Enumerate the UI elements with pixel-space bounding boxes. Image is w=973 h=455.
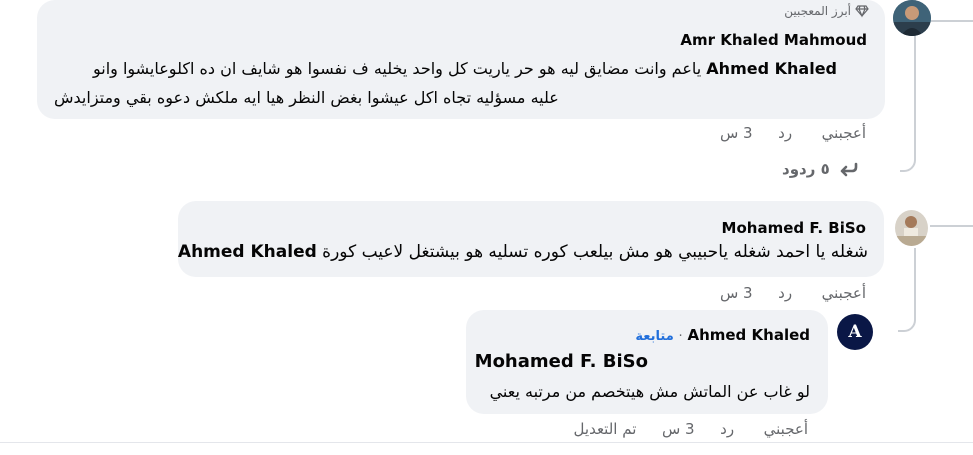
badge-label: أبرز المعجبين bbox=[784, 4, 851, 18]
view-replies-button[interactable]: ٥ ردود bbox=[782, 160, 858, 178]
reply-mention[interactable]: Mohamed F. BiSo bbox=[475, 351, 648, 372]
timestamp[interactable]: 3 س bbox=[720, 284, 753, 302]
comment-mention[interactable]: Ahmed Khaled bbox=[178, 242, 317, 262]
comment-author[interactable]: Mohamed F. BiSo bbox=[722, 219, 866, 237]
top-fan-badge[interactable]: أبرز المعجبين bbox=[784, 4, 869, 18]
comment-author[interactable]: Ahmed Khaled bbox=[687, 326, 810, 344]
bottom-divider bbox=[0, 442, 973, 443]
reply-text: لو غاب عن الماتش مش هيتخصم من مرتبه يعني bbox=[489, 382, 810, 401]
timestamp[interactable]: 3 س bbox=[720, 124, 753, 142]
view-replies-label: ٥ ردود bbox=[782, 160, 830, 178]
reply-arrow-icon bbox=[836, 160, 858, 178]
avatar-ahmed[interactable]: A bbox=[837, 314, 873, 350]
comment-actions: أعجبني رد 3 س bbox=[720, 284, 866, 302]
avatar-amr[interactable] bbox=[893, 0, 931, 36]
reply-actions: أعجبني رد 3 س تم التعديل bbox=[574, 420, 808, 438]
edited-label: تم التعديل bbox=[573, 420, 637, 438]
dot-separator: · bbox=[678, 329, 683, 344]
avatar-amr-image bbox=[893, 0, 931, 36]
comment-text-line-1: Ahmed Khaled ياعم وانت مضايق ليه هو حر ي… bbox=[93, 55, 837, 82]
comment-bubble-amr: أبرز المعجبين Amr Khaled Mahmoud Ahmed K… bbox=[37, 0, 885, 119]
comment-text-body: شغله يا احمد شغله ياحبيبي هو مش بيلعب كو… bbox=[316, 242, 868, 262]
avatar-mohamed[interactable] bbox=[895, 210, 928, 246]
reply-button[interactable]: رد bbox=[778, 124, 792, 142]
comment-text: شغله يا احمد شغله ياحبيبي هو مش بيلعب كو… bbox=[178, 239, 868, 266]
diamond-icon bbox=[855, 4, 869, 18]
comment-text: ياعم وانت مضايق ليه هو حر ياريت كل واحد … bbox=[92, 59, 707, 78]
reply-header: Ahmed Khaled · متابعة bbox=[635, 326, 810, 344]
like-button[interactable]: أعجبني bbox=[822, 284, 866, 302]
reply-bubble-ahmed: Ahmed Khaled · متابعة Mohamed F. BiSo لو… bbox=[466, 310, 828, 414]
follow-button[interactable]: متابعة bbox=[635, 329, 673, 344]
avatar-mohamed-image bbox=[895, 210, 928, 246]
like-button[interactable]: أعجبني bbox=[764, 420, 808, 438]
comment-text-line-2: عليه مسؤليه تجاه اكل عيشوا بغض النظر هيا… bbox=[54, 88, 559, 107]
comment-actions: أعجبني رد 3 س bbox=[720, 124, 866, 142]
reply-button[interactable]: رد bbox=[720, 420, 734, 438]
thread-line-top-right bbox=[930, 0, 973, 22]
timestamp[interactable]: 3 س bbox=[662, 420, 695, 438]
comment-mention[interactable]: Ahmed Khaled bbox=[706, 59, 837, 78]
comment-bubble-mohamed: Mohamed F. BiSo شغله يا احمد شغله ياحبيب… bbox=[178, 201, 884, 277]
reply-button[interactable]: رد bbox=[778, 284, 792, 302]
thread-line-branch bbox=[898, 248, 916, 332]
avatar-letter: A bbox=[848, 322, 862, 342]
comment-author[interactable]: Amr Khaled Mahmoud bbox=[680, 31, 867, 49]
thread-line-mid-right bbox=[930, 195, 973, 227]
like-button[interactable]: أعجبني bbox=[822, 124, 866, 142]
